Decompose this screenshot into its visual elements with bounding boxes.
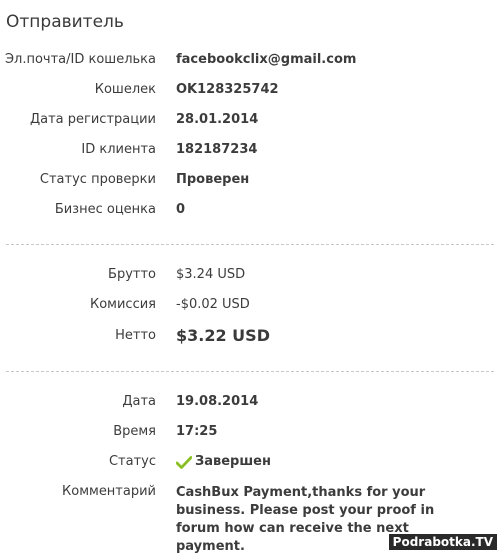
- detail-value-time: 17:25: [176, 424, 218, 439]
- detail-row-status: Статус Завершен: [0, 454, 499, 474]
- detail-row-time: Время 17:25: [0, 424, 499, 444]
- field-label-client-id: ID клиента: [81, 142, 156, 157]
- amount-row-net: Нетто $3.22 USD: [0, 326, 499, 348]
- status-value-wrap: Завершен: [175, 454, 271, 469]
- check-icon: [175, 455, 193, 469]
- section-divider-2: [6, 371, 494, 372]
- field-label-verification-status: Статус проверки: [39, 172, 156, 187]
- amount-value-fee: -$0.02 USD: [176, 297, 250, 312]
- amount-row-gross: Брутто $3.24 USD: [0, 267, 499, 287]
- field-row-wallet: Кошелек OK128325742: [0, 82, 499, 102]
- detail-row-date: Дата 19.08.2014: [0, 394, 499, 414]
- field-row-business-rating: Бизнес оценка 0: [0, 202, 499, 222]
- field-label-business-rating: Бизнес оценка: [54, 202, 156, 217]
- field-row-verification-status: Статус проверки Проверен: [0, 172, 499, 192]
- field-value-verification-status: Проверен: [176, 172, 250, 187]
- amount-label-net: Нетто: [115, 328, 156, 343]
- field-label-registration-date: Дата регистрации: [29, 112, 156, 127]
- field-label-wallet: Кошелек: [94, 82, 156, 97]
- detail-value-status: Завершен: [195, 454, 271, 469]
- field-value-wallet: OK128325742: [176, 82, 279, 97]
- field-value-email: facebookclix@gmail.com: [176, 52, 357, 67]
- section-divider-1: [6, 244, 494, 245]
- detail-label-time: Время: [113, 424, 156, 439]
- amount-row-fee: Комиссия -$0.02 USD: [0, 297, 499, 317]
- detail-label-date: Дата: [122, 394, 156, 409]
- amount-label-gross: Брутто: [108, 267, 156, 282]
- detail-label-comment: Комментарий: [62, 484, 156, 499]
- field-row-registration-date: Дата регистрации 28.01.2014: [0, 112, 499, 132]
- field-value-registration-date: 28.01.2014: [176, 112, 259, 127]
- watermark-logo: Podrabotka.TV: [388, 534, 497, 550]
- field-label-email: Эл.почта/ID кошелька: [4, 52, 156, 67]
- field-value-client-id: 182187234: [176, 142, 258, 157]
- amount-label-fee: Комиссия: [89, 297, 156, 312]
- amount-value-gross: $3.24 USD: [176, 267, 246, 282]
- field-value-business-rating: 0: [176, 202, 186, 217]
- detail-label-status: Статус: [108, 454, 156, 469]
- sender-section-title: Отправитель: [6, 12, 124, 32]
- amount-value-net: $3.22 USD: [176, 326, 270, 345]
- field-row-email: Эл.почта/ID кошелька facebookclix@gmail.…: [0, 52, 499, 72]
- detail-value-date: 19.08.2014: [176, 394, 259, 409]
- field-row-client-id: ID клиента 182187234: [0, 142, 499, 162]
